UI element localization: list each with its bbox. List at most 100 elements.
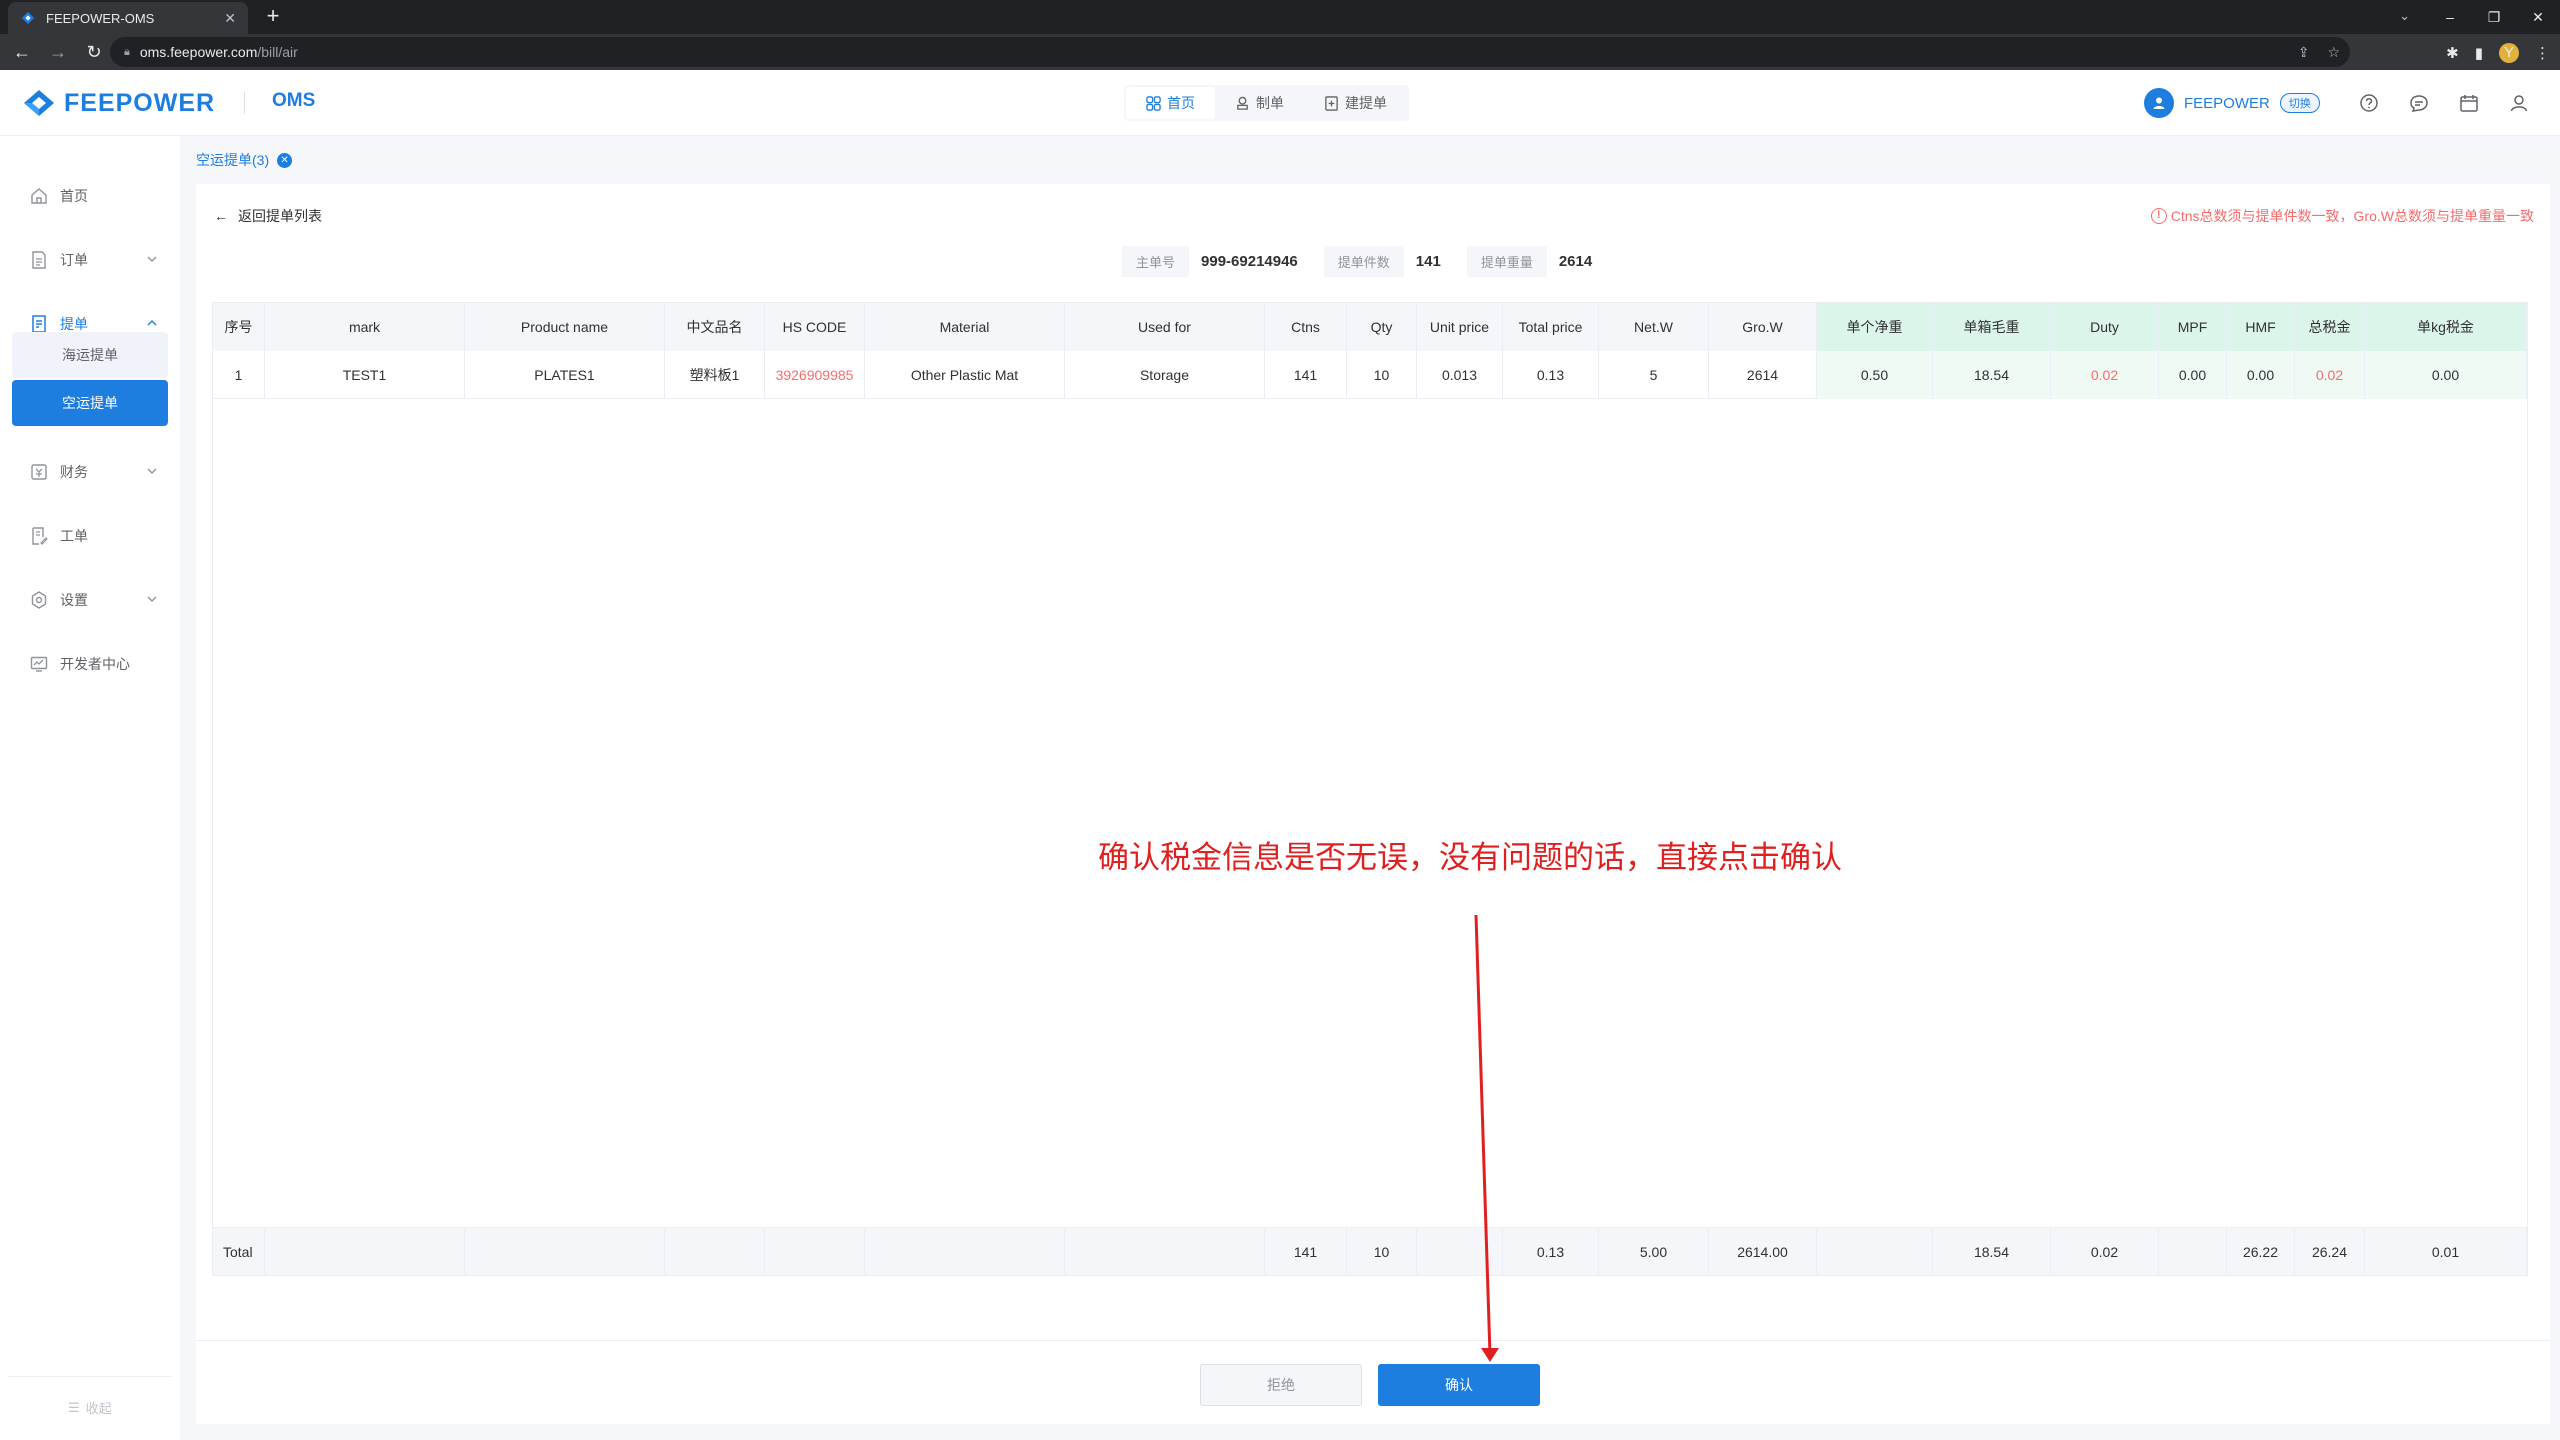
- sidebar-divider: [8, 1376, 172, 1377]
- tab-search-icon[interactable]: ⌄: [2399, 8, 2410, 24]
- cell-mark: TEST1: [265, 351, 465, 399]
- user-menu[interactable]: FEEPOWER 切换: [2144, 88, 2320, 118]
- reload-icon[interactable]: ↻: [78, 36, 110, 68]
- minimize-icon[interactable]: –: [2428, 9, 2472, 25]
- header-cell-hs-code: HS CODE: [765, 303, 865, 351]
- nav-make-bill[interactable]: 制单: [1215, 87, 1304, 119]
- cell-unit-price: 0.013: [1417, 351, 1503, 399]
- cell-product-name: PLATES1: [465, 351, 665, 399]
- master-no-value: 999-69214946: [1201, 253, 1298, 270]
- url-host: oms.feepower.com: [139, 44, 258, 60]
- profile-avatar-icon[interactable]: Y: [2499, 43, 2519, 63]
- total-cell-duty: 0.02: [2051, 1228, 2159, 1276]
- nav-create-bol[interactable]: 建提单: [1304, 87, 1407, 119]
- back-icon[interactable]: ←: [6, 36, 38, 68]
- close-page-tab-icon[interactable]: ✕: [277, 152, 293, 168]
- order-icon: [32, 251, 46, 269]
- sidebar-item-orders[interactable]: 订单: [0, 240, 180, 280]
- sidebar: 首页 订单 提单 海运提单 空运提单 财务 工单 设置 开发者中心 ☰ 收起: [0, 136, 180, 1440]
- page-tab-air-bol[interactable]: 空运提单(3): [196, 150, 269, 170]
- calendar-icon[interactable]: [2458, 92, 2480, 114]
- url-path: /bill/air: [257, 44, 298, 60]
- total-cell-product-name: [465, 1228, 665, 1276]
- header-cell-net-weight: Net.W: [1599, 303, 1709, 351]
- close-window-icon[interactable]: ✕: [2516, 9, 2560, 26]
- total-cell-box-gross-weight: 18.54: [1933, 1228, 2051, 1276]
- collapse-sidebar-button[interactable]: ☰ 收起: [68, 1398, 112, 1417]
- cell-total-price: 0.13: [1503, 351, 1599, 399]
- forward-icon[interactable]: →: [42, 36, 74, 68]
- header-cell-hmf: HMF: [2227, 303, 2295, 351]
- nav-home-label: 首页: [1167, 95, 1195, 111]
- brand-logo[interactable]: FEEPOWER: [22, 88, 215, 118]
- sidebar-sub-sea-bol[interactable]: 海运提单: [12, 332, 168, 378]
- confirm-button[interactable]: 确认: [1378, 1364, 1540, 1406]
- back-to-list-link[interactable]: ← 返回提单列表: [214, 206, 322, 226]
- sidebar-sub-air-bol[interactable]: 空运提单: [12, 380, 168, 426]
- sidebar-item-home[interactable]: 首页: [0, 176, 180, 216]
- weight-label: 提单重量: [1466, 246, 1547, 277]
- url-field[interactable]: 🔒︎ oms.feepower.com/bill/air ⇪ ☆: [110, 37, 2350, 67]
- restore-icon[interactable]: ❐: [2472, 9, 2516, 26]
- developer-icon: [30, 656, 48, 672]
- grid-icon: [1146, 95, 1161, 111]
- browser-tab[interactable]: FEEPOWER-OMS ✕: [8, 2, 248, 34]
- chevron-down-icon: [147, 468, 157, 474]
- ticket-icon: [32, 527, 48, 545]
- cell-index: 1: [213, 351, 265, 399]
- master-no-label: 主单号: [1122, 246, 1190, 277]
- total-cell-qty: 10: [1347, 1228, 1417, 1276]
- header-cell-product-name: Product name: [465, 303, 665, 351]
- bookmark-star-icon[interactable]: ☆: [2327, 44, 2340, 61]
- extensions-icon[interactable]: ✱: [2446, 44, 2459, 62]
- warning-text: Ctns总数须与提单件数一致，Gro.W总数须与提单重量一致: [2170, 208, 2534, 224]
- user-profile-icon[interactable]: [2508, 92, 2530, 114]
- header-cell-box-gross-weight: 单箱毛重: [1933, 303, 2051, 351]
- total-cell-hs-code: [765, 1228, 865, 1276]
- app-header: FEEPOWER OMS 首页 制单 建提单 FEEPOWER 切换: [0, 70, 2560, 136]
- main-card: ← 返回提单列表 ! Ctns总数须与提单件数一致，Gro.W总数须与提单重量一…: [196, 184, 2550, 1424]
- cell-gross-weight: 2614: [1709, 351, 1817, 399]
- top-nav: 首页 制单 建提单: [1124, 85, 1409, 121]
- chevron-down-icon: [147, 256, 157, 262]
- header-cell-ctns: Ctns: [1265, 303, 1347, 351]
- table-header: 序号 mark Product name 中文品名 HS CODE Material Use…: [213, 303, 2527, 351]
- header-cell-mark: mark: [265, 303, 465, 351]
- total-cell-used-for: [1065, 1228, 1265, 1276]
- user-name: FEEPOWER: [2184, 94, 2270, 112]
- close-tab-icon[interactable]: ✕: [224, 10, 236, 27]
- sidebar-item-tickets[interactable]: 工单: [0, 516, 180, 556]
- pieces-label: 提单件数: [1323, 246, 1404, 277]
- user-avatar-icon: [2144, 88, 2174, 118]
- bill-icon: [32, 315, 46, 333]
- total-cell-ctns: 141: [1265, 1228, 1347, 1276]
- total-cell-cn-name: [665, 1228, 765, 1276]
- cell-duty: 0.02: [2051, 351, 2159, 399]
- total-cell-net-weight: 5.00: [1599, 1228, 1709, 1276]
- nav-home[interactable]: 首页: [1126, 87, 1215, 119]
- chevron-up-icon: [147, 320, 157, 326]
- message-icon[interactable]: [2408, 92, 2430, 114]
- switch-account-button[interactable]: 切换: [2279, 93, 2320, 113]
- total-cell-mark: [265, 1228, 465, 1276]
- collapse-label: 收起: [85, 1401, 112, 1416]
- side-panel-icon[interactable]: ▮: [2475, 44, 2483, 62]
- sidebar-item-developer[interactable]: 开发者中心: [0, 644, 180, 684]
- header-cell-unit-price: Unit price: [1417, 303, 1503, 351]
- sidebar-item-finance[interactable]: 财务: [0, 452, 180, 492]
- sidebar-item-settings[interactable]: 设置: [0, 580, 180, 620]
- total-cell-gross-weight: 2614.00: [1709, 1228, 1817, 1276]
- total-cell-index: Total: [213, 1228, 265, 1276]
- sidebar-item-label: 首页: [60, 188, 88, 204]
- cell-hmf: 0.00: [2227, 351, 2295, 399]
- browser-menu-icon[interactable]: ⋮: [2535, 44, 2550, 62]
- collapse-icon: ☰: [68, 1399, 80, 1415]
- table-total-row: Total 141 10 0.13 5.00 2614.00 18.54 0.02 26.22 2…: [213, 1227, 2527, 1276]
- cell-tax-per-kg: 0.00: [2365, 351, 2527, 399]
- share-icon[interactable]: ⇪: [2298, 44, 2310, 61]
- help-icon[interactable]: [2358, 92, 2380, 114]
- new-tab-icon[interactable]: +: [260, 4, 286, 30]
- reject-button[interactable]: 拒绝: [1200, 1364, 1362, 1406]
- total-cell-hmf: 26.22: [2227, 1228, 2295, 1276]
- sidebar-item-label: 设置: [60, 592, 88, 608]
